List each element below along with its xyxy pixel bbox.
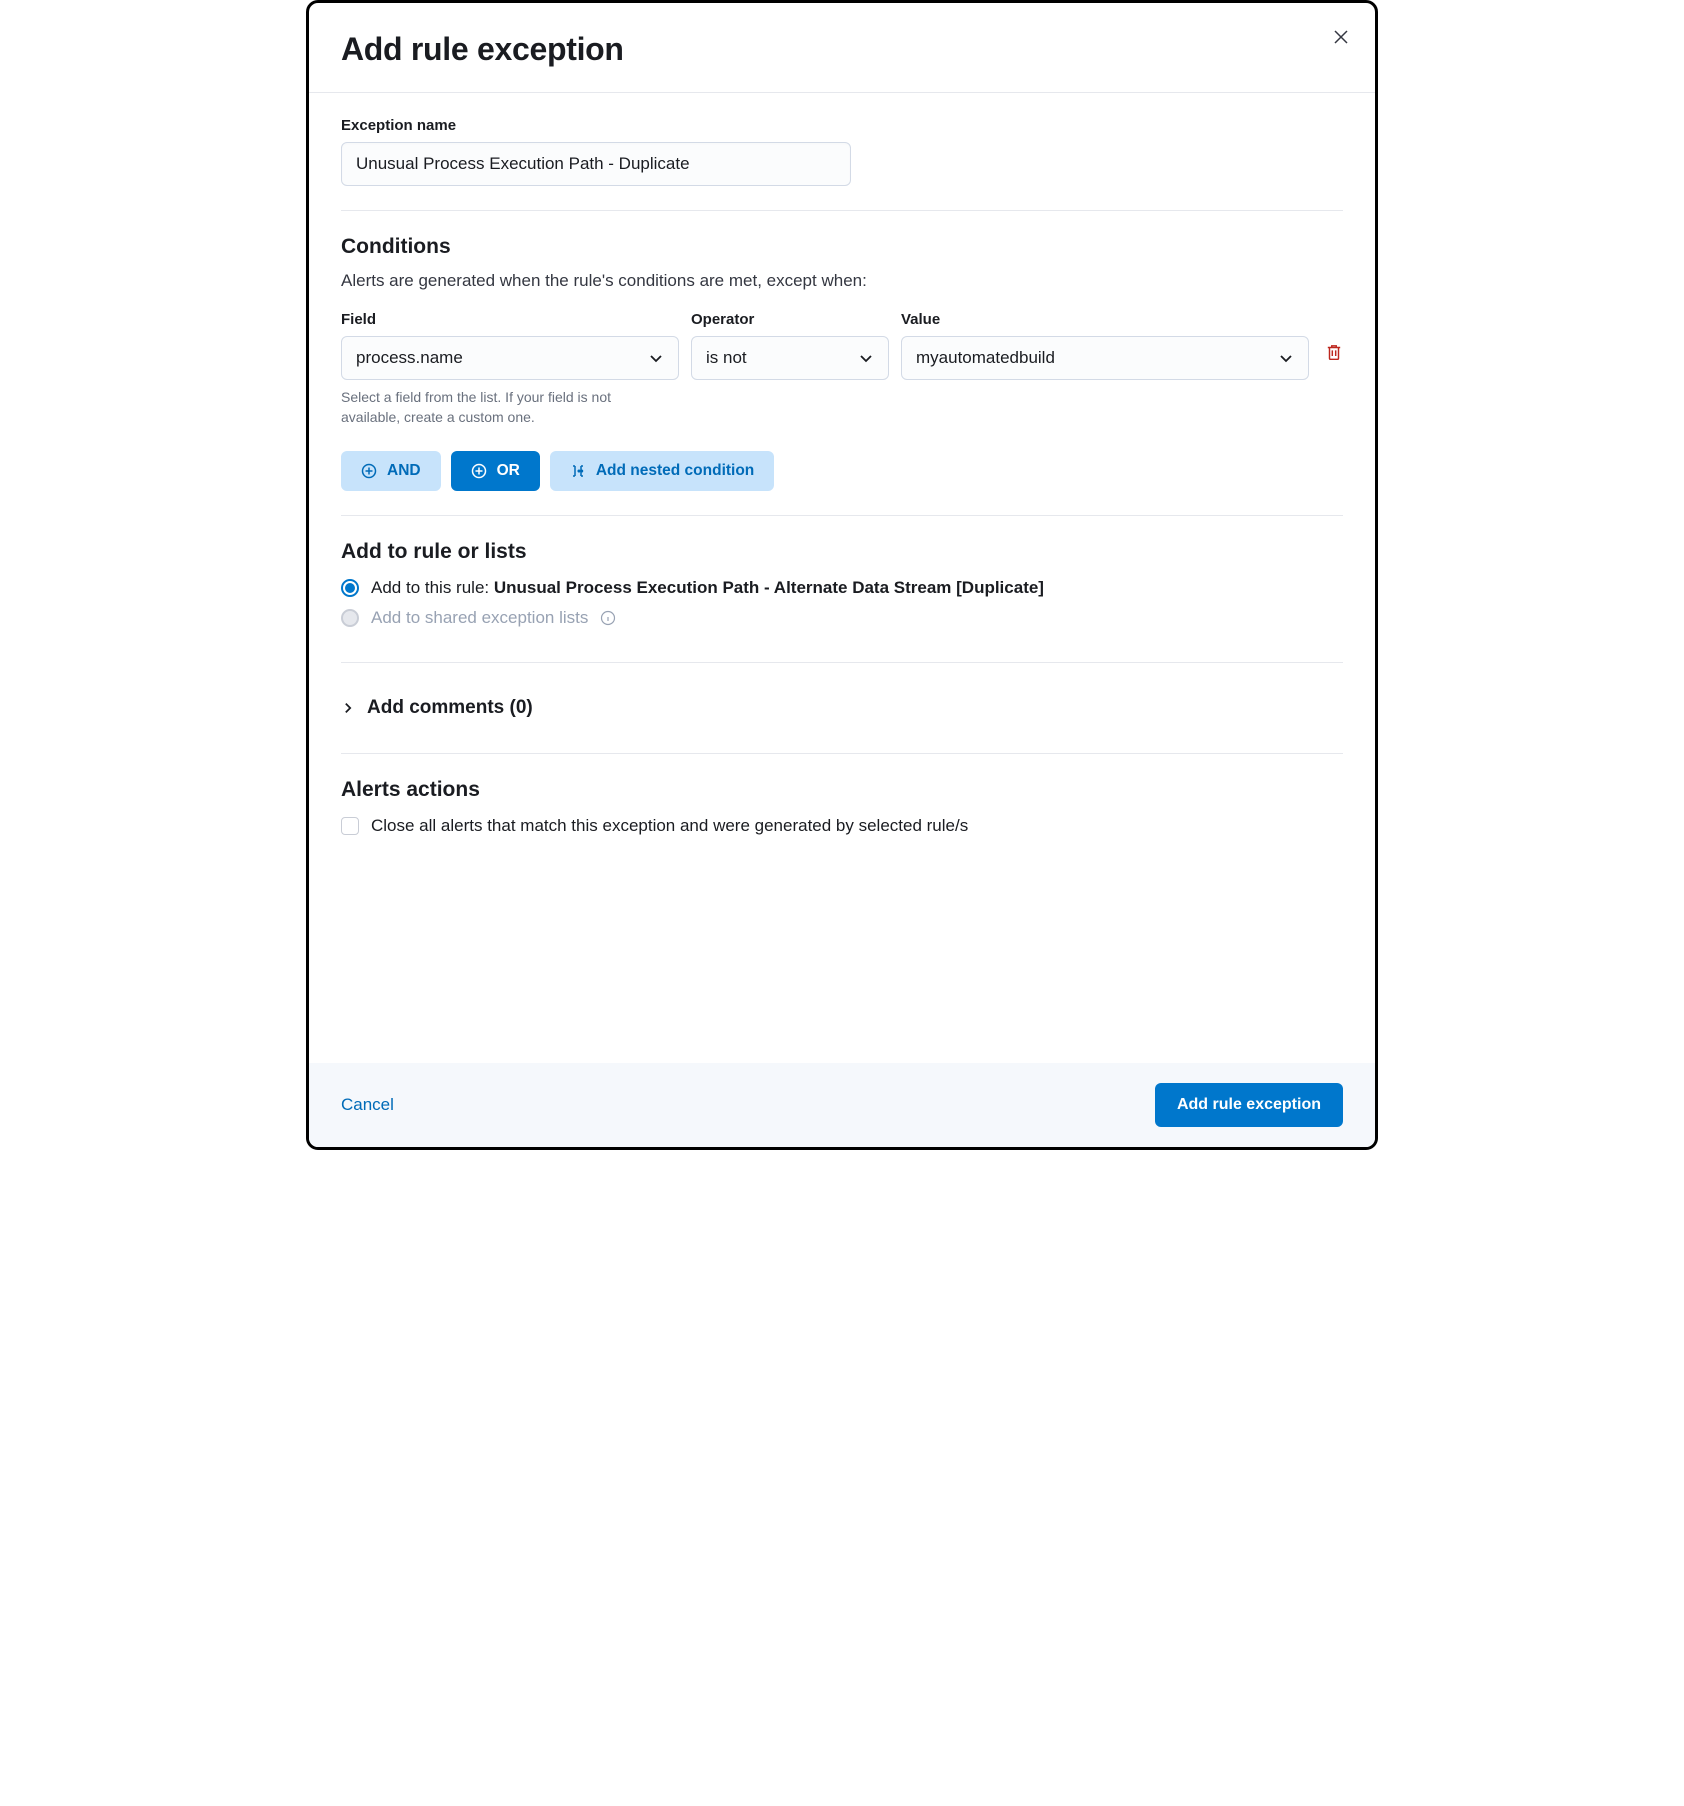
condition-row: Field process.name Select a field from t… [341,311,1343,427]
conditions-title: Conditions [341,235,1343,259]
radio-label-rule-name: Unusual Process Execution Path - Alterna… [494,578,1044,597]
add-comments-toggle[interactable]: Add comments (0) [341,663,1343,753]
field-helper-text: Select a field from the list. If your fi… [341,388,671,427]
condition-buttons-row: AND OR Add nested condition [341,451,1343,491]
add-nested-button-label: Add nested condition [596,462,754,480]
radio-add-to-this-rule[interactable]: Add to this rule: Unusual Process Execut… [341,578,1343,598]
radio-icon [341,609,359,627]
radio-label: Add to this rule: Unusual Process Execut… [371,578,1044,598]
close-alerts-checkbox-row[interactable]: Close all alerts that match this excepti… [341,816,1343,836]
alerts-actions-section: Alerts actions Close all alerts that mat… [341,754,1343,860]
checkbox-icon [341,817,359,835]
close-button[interactable] [1329,25,1353,52]
field-select-value: process.name [356,348,463,368]
nested-icon [570,463,586,479]
modal-title: Add rule exception [341,31,624,68]
operator-select-value: is not [706,348,747,368]
or-button[interactable]: OR [451,451,540,491]
radio-add-to-shared-lists: Add to shared exception lists [341,608,1343,628]
add-to-section: Add to rule or lists Add to this rule: U… [341,516,1343,662]
and-button[interactable]: AND [341,451,441,491]
condition-field-column: Field process.name Select a field from t… [341,311,679,427]
trash-icon [1325,343,1343,361]
add-rule-exception-modal: Add rule exception Exception name Condit… [306,0,1378,1150]
or-button-label: OR [497,462,520,480]
exception-name-label: Exception name [341,117,1343,134]
radio-label-prefix: Add to this rule: [371,578,494,597]
operator-column-label: Operator [691,311,889,328]
radio-label: Add to shared exception lists [371,608,588,628]
and-button-label: AND [387,462,421,480]
value-select[interactable]: myautomatedbuild [901,336,1309,380]
chevron-down-icon [648,350,664,366]
modal-content: Exception name Conditions Alerts are gen… [309,93,1375,1063]
value-column-label: Value [901,311,1309,328]
conditions-section: Conditions Alerts are generated when the… [341,211,1343,515]
chevron-right-icon [341,701,355,715]
modal-footer: Cancel Add rule exception [309,1063,1375,1147]
exception-name-section: Exception name [341,93,1343,210]
add-nested-button[interactable]: Add nested condition [550,451,774,491]
close-alerts-checkbox-label: Close all alerts that match this excepti… [371,816,968,836]
conditions-subtitle: Alerts are generated when the rule's con… [341,271,1343,291]
modal-header: Add rule exception [309,3,1375,92]
condition-value-column: Value myautomatedbuild [901,311,1309,380]
add-to-title: Add to rule or lists [341,540,1343,564]
radio-icon [341,579,359,597]
operator-select[interactable]: is not [691,336,889,380]
chevron-down-icon [1278,350,1294,366]
exception-name-input[interactable] [341,142,851,186]
plus-circle-icon [471,463,487,479]
add-rule-exception-button[interactable]: Add rule exception [1155,1083,1343,1127]
delete-condition-button[interactable] [1321,333,1343,364]
alerts-actions-title: Alerts actions [341,778,1343,802]
close-icon [1333,29,1349,45]
condition-operator-column: Operator is not [691,311,889,380]
add-to-radio-group: Add to this rule: Unusual Process Execut… [341,578,1343,628]
add-comments-label: Add comments (0) [367,697,533,719]
info-icon [600,610,616,626]
plus-circle-icon [361,463,377,479]
cancel-button[interactable]: Cancel [341,1095,394,1115]
value-select-value: myautomatedbuild [916,348,1055,368]
field-select[interactable]: process.name [341,336,679,380]
field-column-label: Field [341,311,679,328]
chevron-down-icon [858,350,874,366]
